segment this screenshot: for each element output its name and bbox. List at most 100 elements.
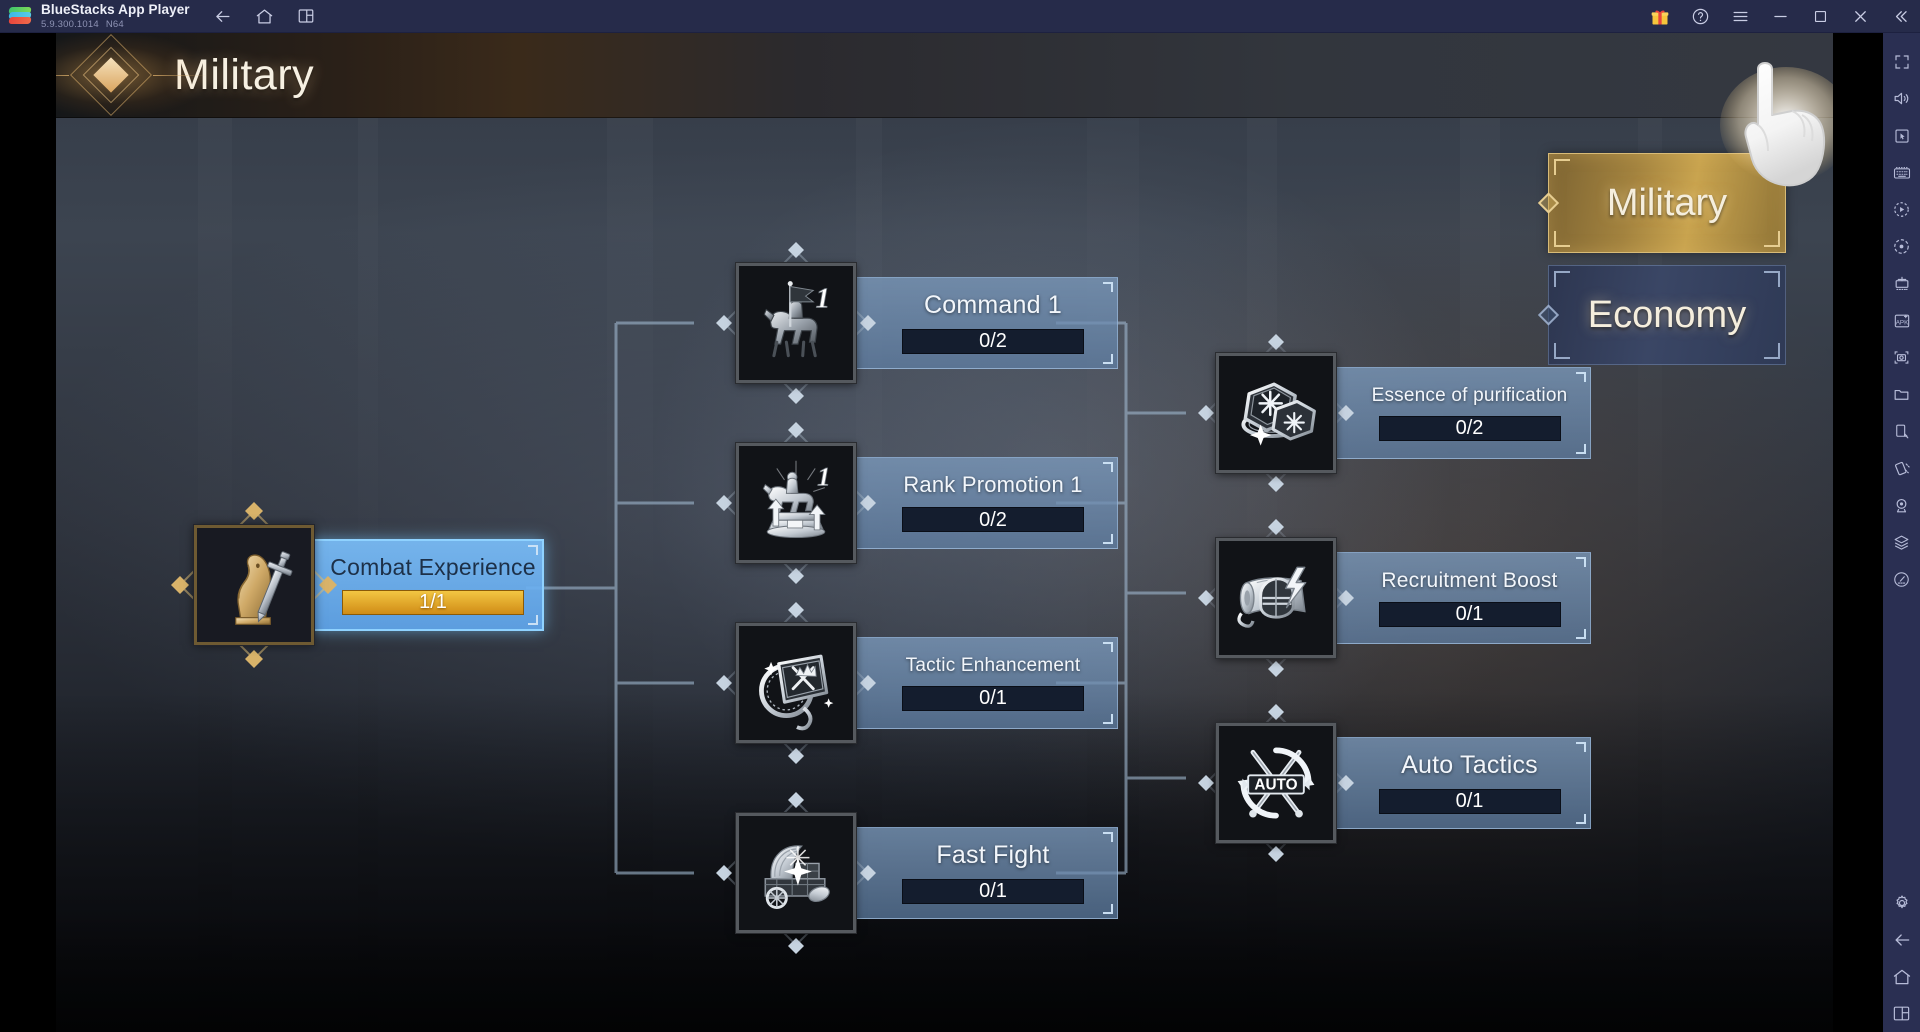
skill-progress-bar: 0/1 xyxy=(1378,601,1561,627)
skill-progress-text: 0/1 xyxy=(1455,603,1484,625)
corner-bracket-icon xyxy=(527,545,538,556)
screenshot-icon[interactable] xyxy=(1883,339,1920,376)
skill-icon-tile[interactable] xyxy=(1216,538,1336,658)
skill-icon-tile[interactable] xyxy=(736,623,856,743)
keyboard-controls-icon[interactable] xyxy=(1883,154,1920,191)
titlebar-nav-icons xyxy=(212,6,317,27)
skill-progress-bar: 0/2 xyxy=(902,328,1084,354)
fullscreen-icon[interactable] xyxy=(1883,43,1920,80)
corner-bracket-icon xyxy=(1102,642,1113,653)
back-icon[interactable] xyxy=(212,6,233,27)
helmet-scroll-lightning-icon xyxy=(1237,566,1307,628)
app-name: BlueStacks App Player xyxy=(41,2,190,17)
skill-name: Auto Tactics xyxy=(1401,750,1538,779)
corner-bracket-icon xyxy=(1102,533,1113,544)
location-icon[interactable] xyxy=(1883,487,1920,524)
corner-ornament-icon xyxy=(1554,271,1570,287)
corner-bracket-icon xyxy=(1575,628,1586,639)
corner-bracket-icon xyxy=(1575,813,1586,824)
skill-icon-tile[interactable]: 1 xyxy=(736,443,856,563)
media-folder-icon[interactable] xyxy=(1883,376,1920,413)
recents-icon[interactable] xyxy=(1883,995,1920,1032)
bluestacks-titlebar: BlueStacks App Player 5.9.300.1014 N64 xyxy=(0,0,1920,33)
skill-name: Rank Promotion 1 xyxy=(903,472,1083,497)
equestrian-statue-icon: 1 xyxy=(762,460,831,539)
bluestacks-sidebar: APK xyxy=(1883,33,1920,1032)
tab-military[interactable]: Military xyxy=(1537,153,1786,253)
menu-icon[interactable] xyxy=(1720,0,1760,33)
skill-progress-text: 1/1 xyxy=(419,591,447,613)
skill-progress-bar: 0/2 xyxy=(1378,415,1561,441)
tilt-icon[interactable] xyxy=(1883,450,1920,487)
skill-name: Fast Fight xyxy=(936,840,1050,869)
category-tabs: Military Economy xyxy=(1537,153,1786,377)
macro-record-icon[interactable] xyxy=(1883,191,1920,228)
app-version: 5.9.300.1014 xyxy=(41,18,99,30)
corner-ornament-icon xyxy=(1764,231,1780,247)
tactics-book-compass-icon xyxy=(759,654,834,731)
corner-ornament-icon xyxy=(1764,343,1780,359)
multi-instance-icon[interactable] xyxy=(296,6,317,27)
corner-bracket-icon xyxy=(1102,903,1113,914)
layers-icon[interactable] xyxy=(1883,524,1920,561)
mounted-knight-banner-icon: 1 xyxy=(763,281,830,358)
skill-name: Tactic Enhancement xyxy=(905,654,1081,676)
bluestacks-logo xyxy=(8,7,32,25)
corner-bracket-icon xyxy=(1575,742,1586,753)
skill-icon-tile[interactable] xyxy=(736,813,856,933)
corner-bracket-icon xyxy=(1575,443,1586,454)
auto-crossed-swords-icon: AUTO xyxy=(1237,747,1315,819)
gift-icon[interactable] xyxy=(1640,0,1680,33)
skill-progress-bar: 0/2 xyxy=(902,507,1084,532)
corner-bracket-icon xyxy=(1102,353,1113,364)
volume-icon[interactable] xyxy=(1883,80,1920,117)
corner-ornament-icon xyxy=(1554,159,1570,175)
skill-progress-text: 0/2 xyxy=(979,508,1007,531)
game-viewport: Military Combat Experience 1/1 Command 1… xyxy=(56,33,1833,1032)
app-version-line: 5.9.300.1014 N64 xyxy=(41,18,190,30)
close-icon[interactable] xyxy=(1840,0,1880,33)
skill-progress-bar: 0/1 xyxy=(902,878,1084,904)
corner-ornament-icon xyxy=(1764,159,1780,175)
skill-icon-tile[interactable]: 1 xyxy=(736,263,856,383)
multi-instance-manager-icon[interactable] xyxy=(1883,265,1920,302)
performance-icon[interactable] xyxy=(1883,561,1920,598)
skill-name: Command 1 xyxy=(924,290,1062,319)
tab-economy[interactable]: Economy xyxy=(1537,265,1786,365)
skill-icon-tile[interactable]: AUTO xyxy=(1216,723,1336,843)
collapse-icon[interactable] xyxy=(1880,0,1920,33)
skill-level-badge: 1 xyxy=(816,283,830,315)
svg-text:AUTO: AUTO xyxy=(1254,777,1297,794)
knight-chess-sword-icon xyxy=(235,551,293,625)
skill-name: Combat Experience xyxy=(330,553,536,580)
pointer-icon[interactable] xyxy=(1883,117,1920,154)
back-icon[interactable] xyxy=(1883,921,1920,958)
skill-name: Essence of purification xyxy=(1371,384,1568,406)
corner-bracket-icon xyxy=(527,614,538,625)
maximize-icon[interactable] xyxy=(1800,0,1840,33)
corner-ornament-icon xyxy=(1554,231,1570,247)
settings-icon[interactable] xyxy=(1883,884,1920,921)
skill-progress-text: 0/1 xyxy=(979,880,1007,902)
corner-bracket-icon xyxy=(1575,372,1586,383)
help-icon[interactable] xyxy=(1680,0,1720,33)
rotate-icon[interactable] xyxy=(1883,228,1920,265)
skill-progress-text: 0/1 xyxy=(1455,790,1484,812)
corner-ornament-icon xyxy=(1554,343,1570,359)
corner-bracket-icon xyxy=(1102,713,1113,724)
minimize-icon[interactable] xyxy=(1760,0,1800,33)
app-arch: N64 xyxy=(105,18,124,30)
skill-progress-text: 0/2 xyxy=(979,330,1007,352)
app-title-block: BlueStacks App Player 5.9.300.1014 N64 xyxy=(41,3,190,29)
tab-label: Military xyxy=(1606,181,1728,224)
shake-icon[interactable] xyxy=(1883,413,1920,450)
home-icon[interactable] xyxy=(254,6,275,27)
skill-icon-tile[interactable] xyxy=(1216,353,1336,473)
install-apk-icon[interactable]: APK xyxy=(1883,302,1920,339)
corner-bracket-icon xyxy=(1102,832,1113,843)
corner-bracket-icon xyxy=(1102,282,1113,293)
skill-level-badge: 1 xyxy=(817,462,830,492)
home-icon[interactable] xyxy=(1883,958,1920,995)
skill-icon-tile[interactable] xyxy=(194,525,314,645)
corner-bracket-icon xyxy=(1575,557,1586,568)
